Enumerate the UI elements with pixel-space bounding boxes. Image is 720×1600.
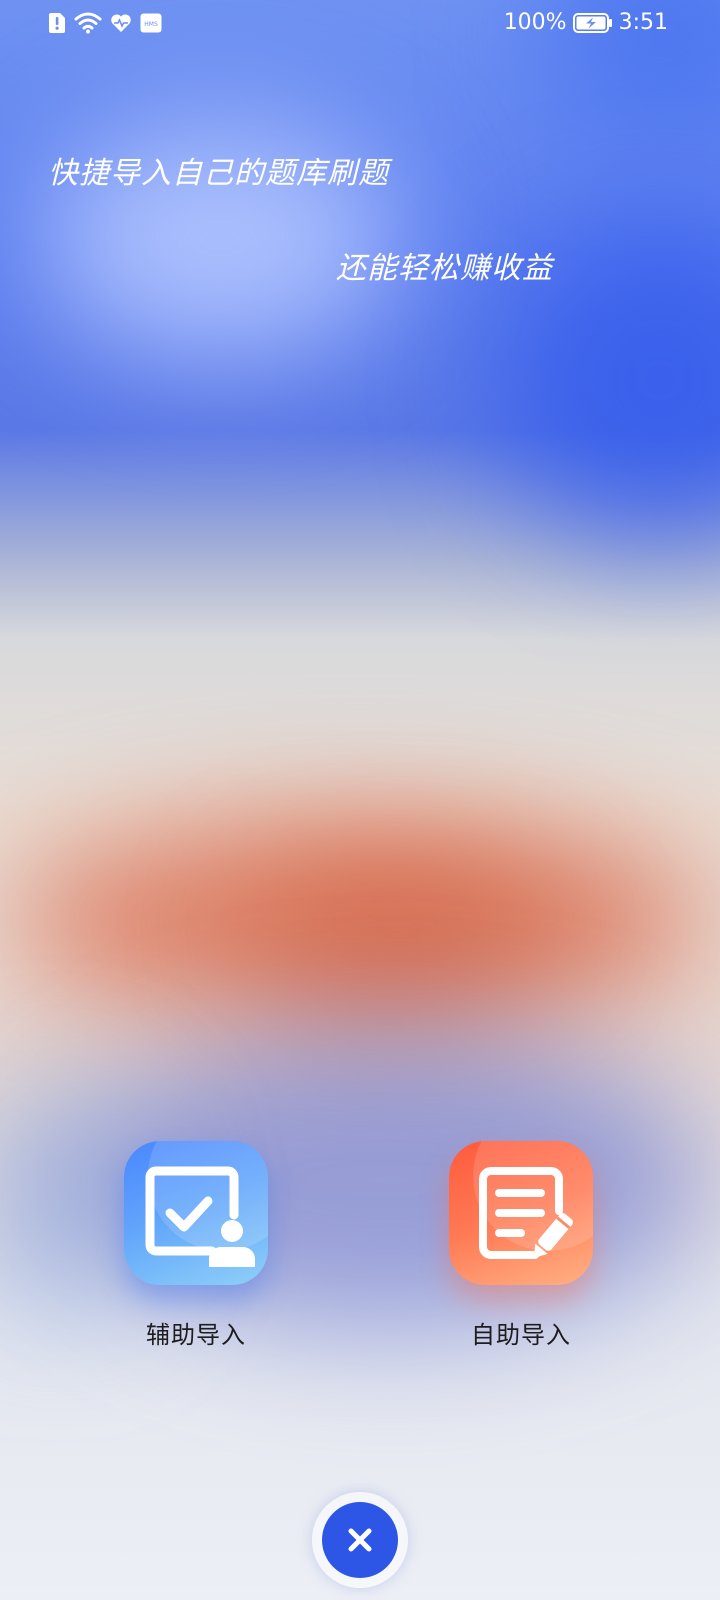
heart-icon [111,14,131,33]
close-button-inner[interactable] [322,1502,398,1578]
status-icons-right: 100% 3:51 [504,10,668,35]
assisted-import-icon [145,1166,255,1267]
assisted-import-button[interactable]: 辅助导入 [96,1141,296,1350]
battery-charging-icon [572,12,612,33]
hms-icon: HMS [140,13,162,33]
wifi-icon [74,12,102,34]
slogan-line-2: 还能轻松赚收益 [336,251,553,286]
close-button[interactable] [312,1492,408,1588]
assisted-import-tile[interactable] [124,1141,268,1285]
svg-text:HMS: HMS [144,21,158,28]
battery-percent: 100% [503,10,567,35]
assisted-import-label: 辅助导入 [146,1321,246,1349]
status-bar: HMS 100% 3:51 [0,0,720,48]
self-import-label: 自助导入 [471,1321,571,1349]
slogan-line-1: 快捷导入自己的题库刷题 [48,156,389,191]
close-icon [348,1528,372,1552]
self-import-icon [479,1167,573,1259]
background-glow [250,870,550,990]
status-icons-left: HMS [48,12,162,34]
self-import-tile[interactable] [449,1141,593,1285]
blurred-background [0,0,720,1600]
self-import-button[interactable]: 自助导入 [421,1141,621,1350]
alert-sim-icon [49,13,65,33]
clock: 3:51 [618,10,668,35]
